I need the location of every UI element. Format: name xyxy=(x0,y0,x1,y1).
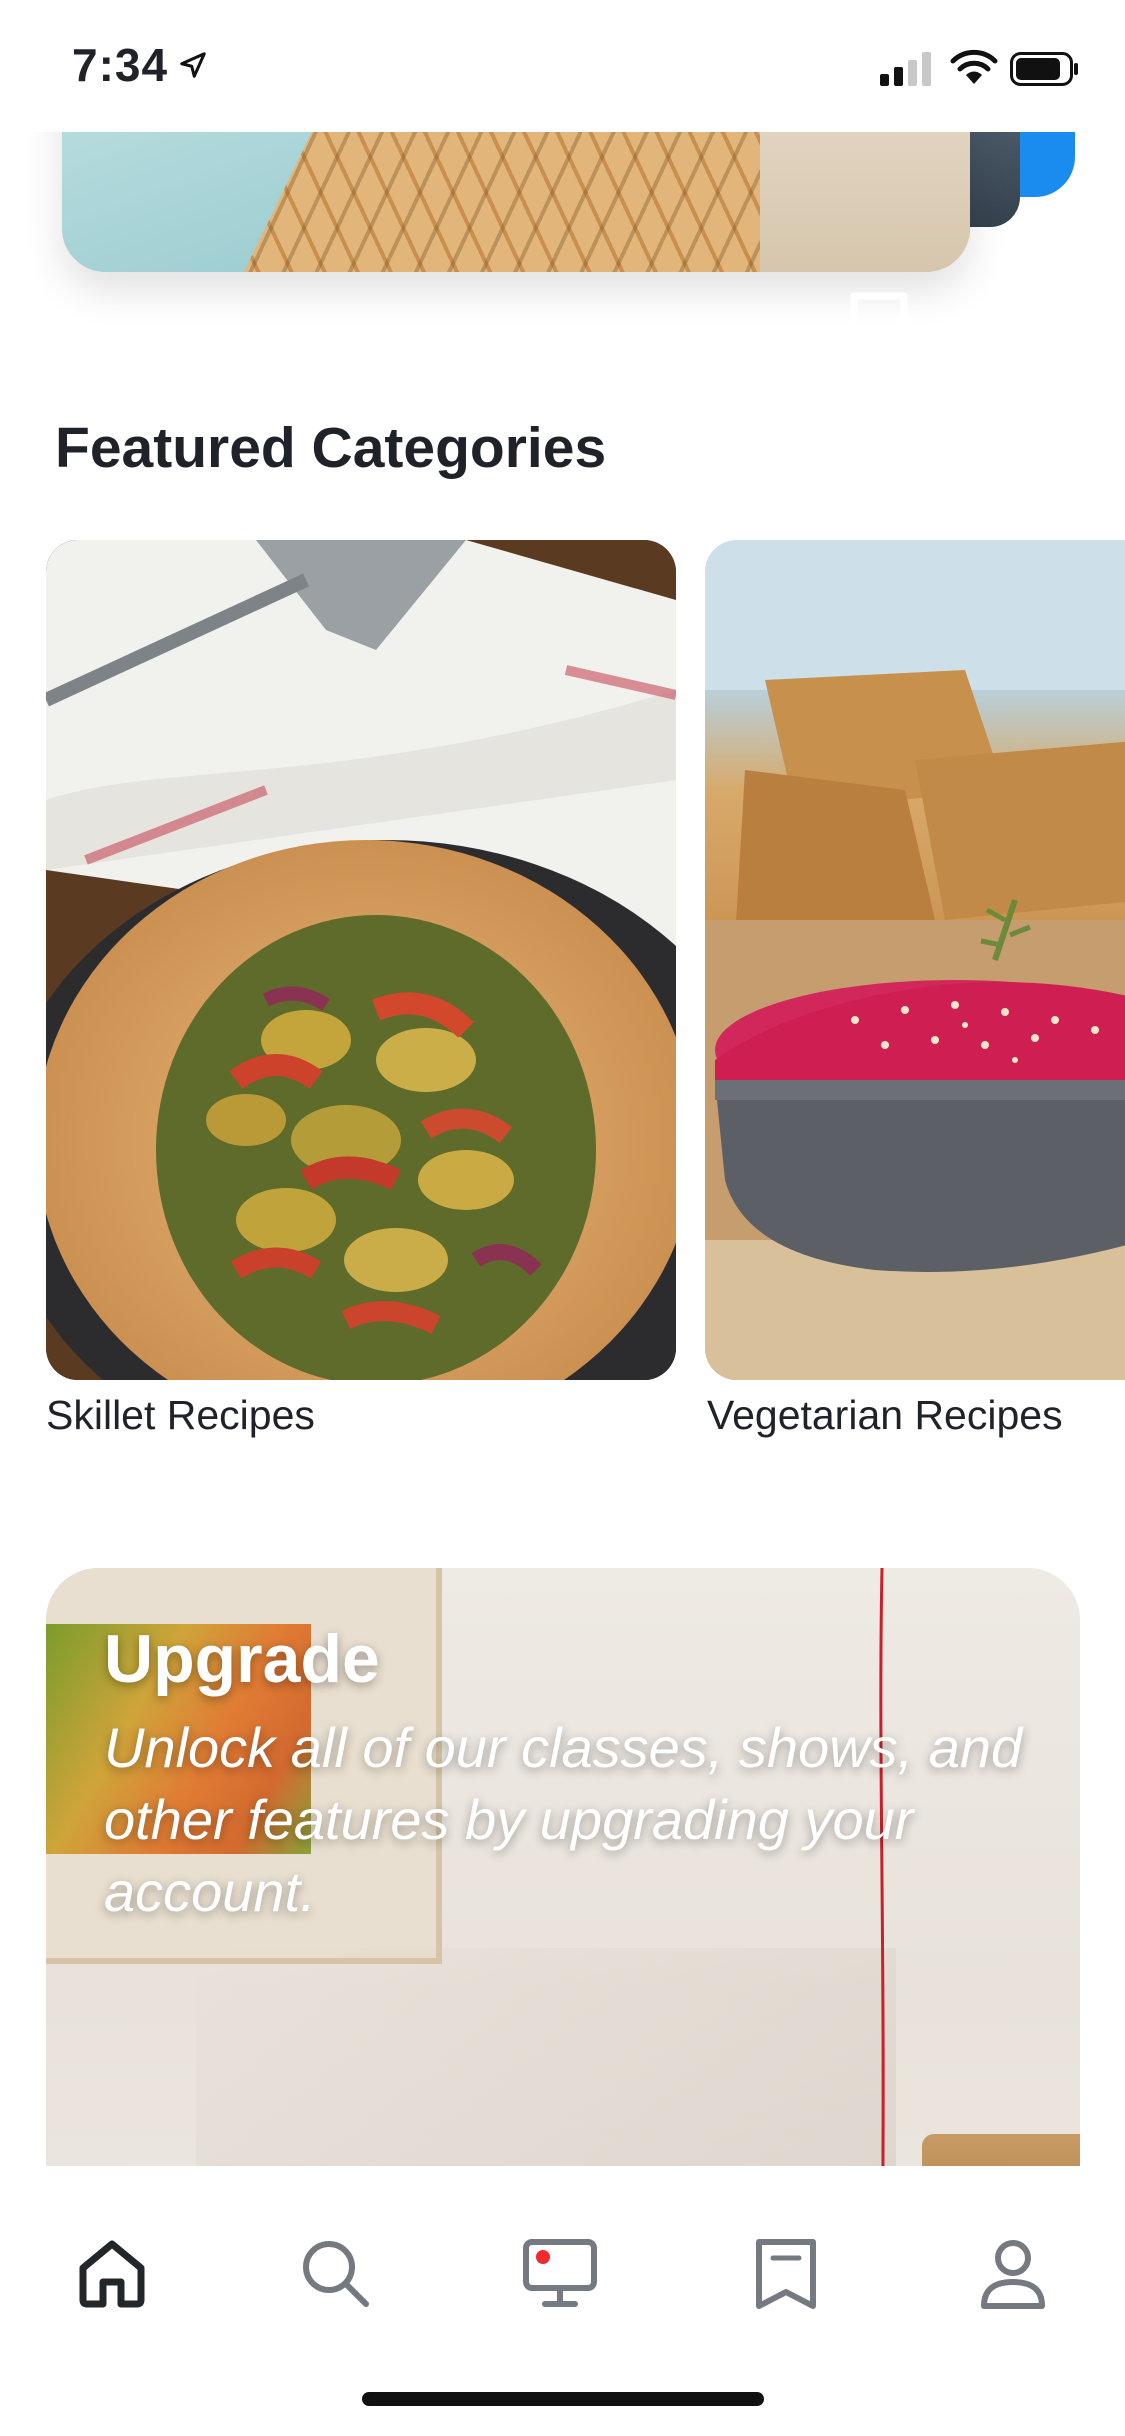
location-arrow-icon xyxy=(180,52,206,78)
featured-carousel-partial xyxy=(0,132,1125,332)
cellular-signal-icon xyxy=(880,52,931,86)
status-bar: 7:34 xyxy=(0,0,1125,132)
paper-decoration xyxy=(760,132,970,272)
category-label-vegetarian[interactable]: Vegetarian Recipes xyxy=(707,1392,1063,1439)
live-tv-icon xyxy=(523,2239,597,2307)
battery-icon xyxy=(1010,52,1078,86)
status-time: 7:34 xyxy=(72,39,169,91)
upgrade-description: Unlock all of our classes, shows, and ot… xyxy=(104,1716,1023,1923)
search-icon xyxy=(303,2241,369,2307)
bookmark-icon[interactable] xyxy=(848,292,910,332)
profile-icon xyxy=(981,2240,1045,2309)
tab-profile[interactable] xyxy=(958,2218,1068,2328)
tab-search[interactable] xyxy=(280,2218,390,2328)
upgrade-title: Upgrade xyxy=(104,1621,380,1697)
recipe-card-image[interactable] xyxy=(62,132,970,272)
featured-categories-heading: Featured Categories xyxy=(55,416,607,480)
home-indicator xyxy=(362,2392,764,2406)
category-card-vegetarian[interactable] xyxy=(705,540,1125,1380)
vegetarian-image xyxy=(705,540,1125,1380)
saved-icon xyxy=(756,2239,816,2309)
skillet-image xyxy=(46,540,676,1380)
tab-saved[interactable] xyxy=(731,2218,841,2328)
cloth-decoration xyxy=(62,132,322,272)
wifi-icon xyxy=(950,49,998,84)
tab-live[interactable] xyxy=(505,2218,615,2328)
tab-home[interactable] xyxy=(57,2218,167,2328)
category-card-skillet[interactable] xyxy=(46,540,676,1380)
home-icon xyxy=(79,2240,145,2308)
category-label-skillet[interactable]: Skillet Recipes xyxy=(46,1392,315,1439)
